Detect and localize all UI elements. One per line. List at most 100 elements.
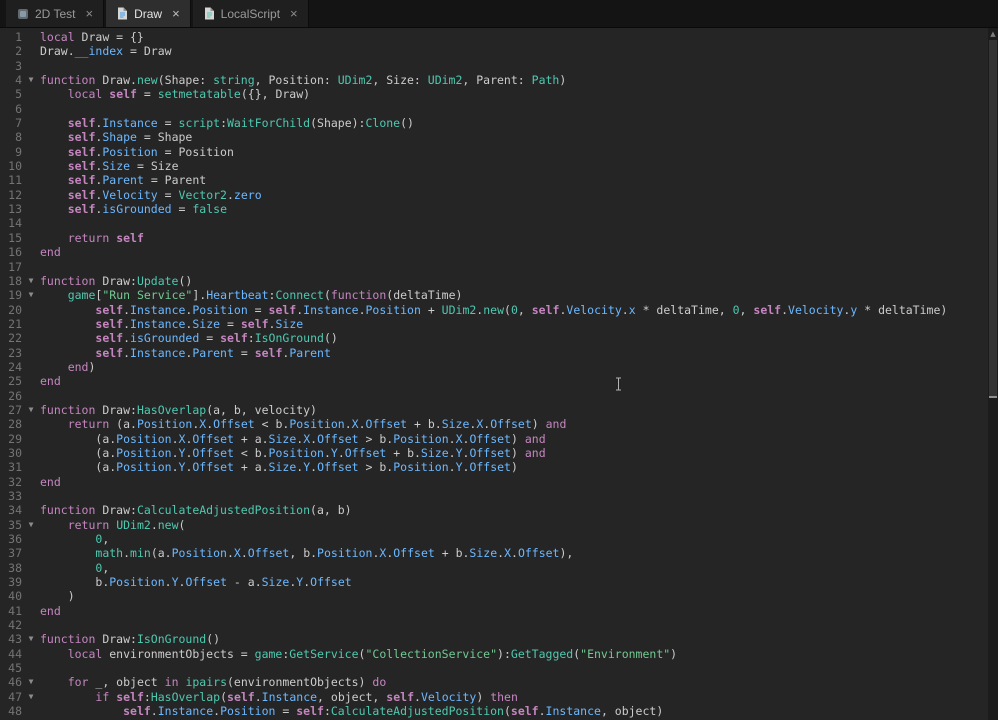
code-line[interactable]: 26: [0, 389, 998, 403]
code-line[interactable]: 36 0,: [0, 532, 998, 546]
code-line[interactable]: 28 return (a.Position.X.Offset < b.Posit…: [0, 417, 998, 431]
line-number: 23: [8, 345, 22, 360]
code-line[interactable]: 5 local self = setmetatable({}, Draw): [0, 87, 998, 101]
code-line[interactable]: 25 end: [0, 374, 998, 388]
code-text: function Draw.new(Shape: string, Positio…: [40, 73, 567, 88]
code-text: return (a.Position.X.Offset < b.Position…: [67, 417, 567, 432]
code-line[interactable]: 30 (a.Position.Y.Offset < b.Position.Y.O…: [0, 446, 998, 460]
code-line[interactable]: 11 self.Parent = Parent: [0, 173, 998, 187]
code-line[interactable]: 24 end): [0, 360, 998, 374]
code-line[interactable]: 23 self.Instance.Parent = self.Parent: [0, 346, 998, 360]
code-line[interactable]: 35 ▼ return UDim2.new(: [0, 518, 998, 532]
tab-localscript[interactable]: LocalScript ×: [192, 0, 309, 27]
code-text: for _, object in ipairs(environmentObjec…: [67, 675, 387, 690]
code-line[interactable]: 14: [0, 216, 998, 230]
code-line[interactable]: 19 ▼ game["Run Service"].Heartbeat:Connec…: [0, 288, 998, 302]
code-line[interactable]: 47 ▼ if self:HasOverlap(self.Instance, ob…: [0, 690, 998, 704]
code-line[interactable]: 39 b.Position.Y.Offset - a.Size.Y.Offset: [0, 575, 998, 589]
code-line[interactable]: 6: [0, 102, 998, 116]
code-line[interactable]: 32 end: [0, 475, 998, 489]
code-line[interactable]: 45: [0, 661, 998, 675]
line-number: 44: [8, 646, 22, 661]
line-number: 20: [8, 302, 22, 317]
code-line[interactable]: 37 math.min(a.Position.X.Offset, b.Posit…: [0, 546, 998, 560]
code-line[interactable]: 7 self.Instance = script:WaitForChild(Sh…: [0, 116, 998, 130]
code-line[interactable]: 27 ▼ function Draw:HasOverlap(a, b, veloci…: [0, 403, 998, 417]
code-text: ): [67, 589, 75, 604]
code-line[interactable]: 15 return self: [0, 231, 998, 245]
code-text: game["Run Service"].Heartbeat:Connect(fu…: [67, 288, 463, 303]
code-text: (a.Position.X.Offset + a.Size.X.Offset >…: [95, 431, 546, 446]
code-text: self.Instance.Position = self.Instance.P…: [95, 302, 948, 317]
line-number: 17: [8, 259, 22, 274]
code-line[interactable]: 21 self.Instance.Size = self.Size: [0, 317, 998, 331]
tab-draw[interactable]: Draw ×: [106, 0, 191, 27]
line-number: 13: [8, 202, 22, 217]
code-line[interactable]: 8 self.Shape = Shape: [0, 130, 998, 144]
code-line[interactable]: 3: [0, 59, 998, 73]
line-number: 3: [15, 58, 22, 73]
code-line[interactable]: 43 ▼ function Draw:IsOnGround(): [0, 632, 998, 646]
code-text: return UDim2.new(: [67, 517, 186, 532]
scrollbar-thumb[interactable]: [989, 40, 997, 398]
code-line[interactable]: 1 local Draw = {}: [0, 30, 998, 44]
code-line[interactable]: 2 Draw.__index = Draw: [0, 44, 998, 58]
code-line[interactable]: 33: [0, 489, 998, 503]
fold-arrow-icon[interactable]: ▼: [22, 288, 40, 302]
code-line[interactable]: 34 function Draw:CalculateAdjustedPositio…: [0, 503, 998, 517]
vertical-scrollbar[interactable]: ▲: [988, 28, 998, 720]
line-number: 6: [15, 101, 22, 116]
tab-close-icon[interactable]: ×: [85, 7, 93, 20]
fold-arrow-icon[interactable]: ▼: [22, 403, 40, 417]
fold-arrow-icon[interactable]: ▼: [22, 274, 40, 288]
code-line[interactable]: 16 end: [0, 245, 998, 259]
code-line[interactable]: 38 0,: [0, 561, 998, 575]
fold-arrow-icon[interactable]: ▼: [22, 690, 40, 704]
line-number: 40: [8, 589, 22, 604]
code-line[interactable]: 20 self.Instance.Position = self.Instanc…: [0, 303, 998, 317]
fold-arrow-icon[interactable]: ▼: [22, 632, 40, 646]
code-line[interactable]: 29 (a.Position.X.Offset + a.Size.X.Offse…: [0, 432, 998, 446]
fold-arrow-icon[interactable]: ▼: [22, 675, 40, 689]
code-line[interactable]: 44 local environmentObjects = game:GetSe…: [0, 647, 998, 661]
tab-2d-test[interactable]: 2D Test ×: [6, 0, 105, 27]
code-line[interactable]: 46 ▼ for _, object in ipairs(environmentO…: [0, 675, 998, 689]
code-line[interactable]: 41 end: [0, 604, 998, 618]
code-line[interactable]: 4 ▼ function Draw.new(Shape: string, Posit…: [0, 73, 998, 87]
code-line[interactable]: 40 ): [0, 589, 998, 603]
scroll-up-icon[interactable]: ▲: [988, 28, 998, 40]
code-text: local self = setmetatable({}, Draw): [67, 87, 311, 102]
line-number: 4: [15, 73, 22, 88]
code-editor[interactable]: 1 local Draw = {} 2 Draw.__index = Draw 3 4 ▼ f…: [0, 28, 998, 720]
fold-arrow-icon[interactable]: ▼: [22, 518, 40, 532]
script-editor-window: 2D Test × Draw × LocalScript × 1 local Draw = …: [0, 0, 998, 720]
code-line[interactable]: 42: [0, 618, 998, 632]
code-line[interactable]: 17: [0, 260, 998, 274]
code-line[interactable]: 31 (a.Position.Y.Offset + a.Size.Y.Offse…: [0, 460, 998, 474]
tab-close-icon[interactable]: ×: [290, 7, 298, 20]
line-number: 5: [15, 87, 22, 102]
fold-arrow-icon[interactable]: ▼: [22, 73, 40, 87]
code-text: end: [40, 603, 61, 618]
code-line[interactable]: 18 ▼ function Draw:Update(): [0, 274, 998, 288]
code-line[interactable]: 22 self.isGrounded = self:IsOnGround(): [0, 331, 998, 345]
code-text: b.Position.Y.Offset - a.Size.Y.Offset: [95, 575, 352, 590]
code-line[interactable]: 48 self.Instance.Position = self:Calcula…: [0, 704, 998, 718]
tab-close-icon[interactable]: ×: [172, 7, 180, 20]
code-line[interactable]: 12 self.Velocity = Vector2.zero: [0, 188, 998, 202]
code-line[interactable]: 10 self.Size = Size: [0, 159, 998, 173]
code-line[interactable]: 13 self.isGrounded = false: [0, 202, 998, 216]
code-line[interactable]: 9 self.Position = Position: [0, 145, 998, 159]
line-number: 27: [8, 402, 22, 417]
